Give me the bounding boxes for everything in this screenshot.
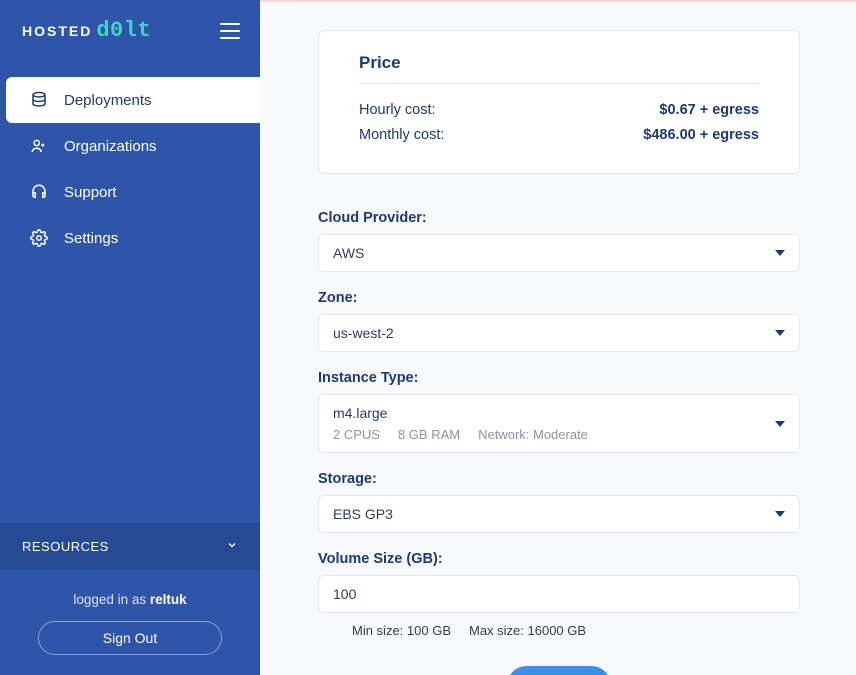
signout-button[interactable]: Sign Out [38, 621, 222, 655]
chevron-down-icon [226, 539, 238, 554]
instance-type-meta: 2 CPUS 8 GB RAM Network: Moderate [333, 427, 588, 442]
price-card: Price Hourly cost: $0.67 + egress Monthl… [318, 30, 800, 174]
cloud-provider-select[interactable]: AWS [318, 234, 800, 272]
caret-down-icon [775, 330, 785, 336]
volume-size-group: Volume Size (GB): Min size: 100 GB Max s… [318, 551, 800, 638]
resources-label: RESOURCES [22, 539, 109, 554]
instance-type-group: Instance Type: m4.large 2 CPUS 8 GB RAM … [318, 370, 800, 453]
sidebar-footer: logged in as reltuk Sign Out [0, 570, 260, 675]
volume-max-hint: Max size: 16000 GB [469, 623, 586, 638]
sidebar-header: HOSTED d0lt [0, 0, 260, 67]
resources-toggle[interactable]: RESOURCES [0, 523, 260, 570]
zone-value: us-west-2 [333, 325, 394, 341]
username: reltuk [150, 592, 187, 607]
storage-select[interactable]: EBS GP3 [318, 495, 800, 533]
cloud-provider-label: Cloud Provider: [318, 210, 800, 226]
price-title: Price [359, 53, 759, 84]
instance-ram: 8 GB RAM [398, 427, 460, 442]
instance-type-label: Instance Type: [318, 370, 800, 386]
sidebar-nav: Deployments Organizations Support Settin… [0, 67, 260, 261]
main-content: Price Hourly cost: $0.67 + egress Monthl… [260, 0, 856, 675]
zone-label: Zone: [318, 290, 800, 306]
sidebar-item-label: Deployments [64, 92, 152, 109]
logo[interactable]: HOSTED d0lt [22, 18, 151, 43]
sidebar-item-label: Support [64, 184, 117, 201]
storage-group: Storage: EBS GP3 [318, 471, 800, 533]
instance-type-value: m4.large [333, 405, 588, 421]
gear-icon [30, 229, 48, 247]
price-monthly-label: Monthly cost: [359, 123, 444, 148]
zone-group: Zone: us-west-2 [318, 290, 800, 352]
volume-size-input-wrap[interactable] [318, 575, 800, 613]
cloud-provider-group: Cloud Provider: AWS [318, 210, 800, 272]
sidebar-item-label: Organizations [64, 138, 157, 155]
caret-down-icon [775, 250, 785, 256]
sidebar-item-support[interactable]: Support [6, 169, 260, 215]
logo-dolt-text: d0lt [96, 18, 151, 43]
sidebar-item-settings[interactable]: Settings [6, 215, 260, 261]
volume-hints: Min size: 100 GB Max size: 16000 GB [318, 623, 800, 638]
sidebar-item-label: Settings [64, 230, 118, 247]
volume-size-label: Volume Size (GB): [318, 551, 800, 567]
database-icon [30, 91, 48, 109]
next-button[interactable]: Next [507, 666, 612, 675]
volume-min-hint: Min size: 100 GB [352, 623, 451, 638]
price-hourly-value: $0.67 + egress [659, 98, 759, 123]
sidebar-item-organizations[interactable]: Organizations [6, 123, 260, 169]
cloud-provider-value: AWS [333, 245, 364, 261]
hamburger-icon[interactable] [220, 23, 240, 39]
login-status: logged in as reltuk [20, 592, 240, 607]
storage-value: EBS GP3 [333, 506, 393, 522]
price-hourly-label: Hourly cost: [359, 98, 436, 123]
price-monthly-row: Monthly cost: $486.00 + egress [359, 123, 759, 148]
volume-size-input[interactable] [333, 586, 785, 602]
sidebar: HOSTED d0lt Deployments Organizations Su… [0, 0, 260, 675]
instance-type-select[interactable]: m4.large 2 CPUS 8 GB RAM Network: Modera… [318, 394, 800, 453]
users-icon [30, 137, 48, 155]
sidebar-item-deployments[interactable]: Deployments [6, 77, 260, 123]
caret-down-icon [775, 421, 785, 427]
next-button-wrap: Next [318, 666, 800, 675]
price-monthly-value: $486.00 + egress [643, 123, 759, 148]
logo-hosted-text: HOSTED [22, 23, 92, 39]
instance-network: Network: Moderate [478, 427, 588, 442]
headset-icon [30, 183, 48, 201]
price-hourly-row: Hourly cost: $0.67 + egress [359, 98, 759, 123]
zone-select[interactable]: us-west-2 [318, 314, 800, 352]
storage-label: Storage: [318, 471, 800, 487]
instance-cpus: 2 CPUS [333, 427, 380, 442]
caret-down-icon [775, 511, 785, 517]
logged-in-prefix: logged in as [73, 592, 150, 607]
